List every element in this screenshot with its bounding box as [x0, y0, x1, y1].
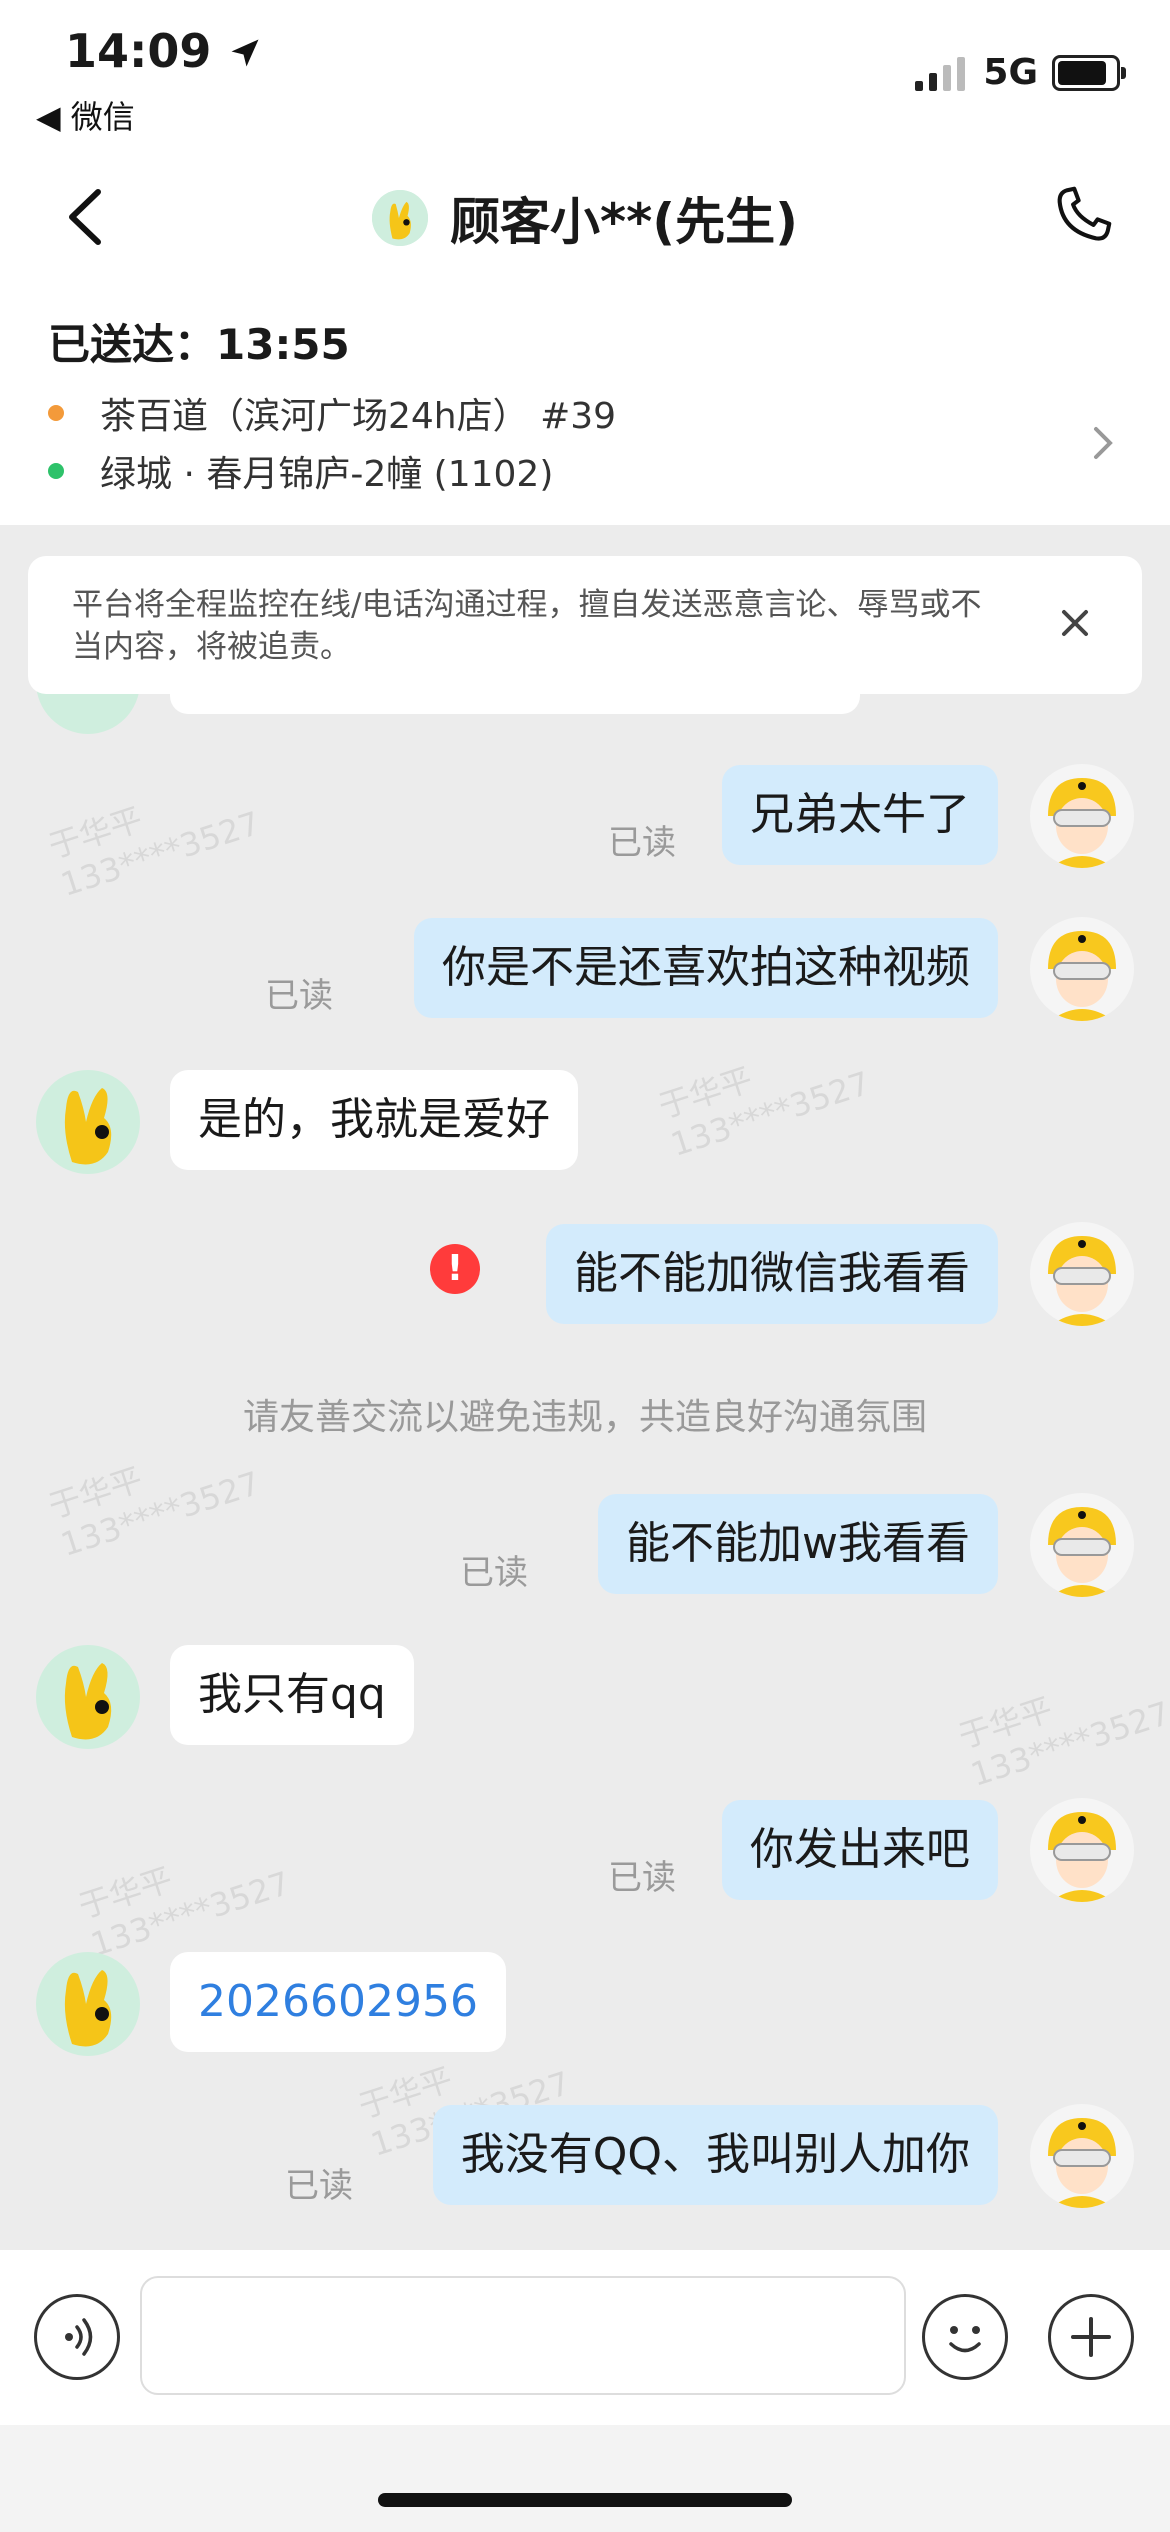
my-avatar — [1030, 764, 1134, 868]
signal-icon — [915, 56, 966, 91]
read-status: 已读 — [285, 2166, 353, 2206]
home-area — [0, 2425, 1170, 2532]
delivered-time: 已送达：13:55 — [48, 320, 350, 369]
my-avatar — [1030, 1222, 1134, 1326]
status-time: 14:09 — [65, 24, 263, 78]
phone-icon[interactable] — [1048, 180, 1118, 250]
address-row: 绿城 · 春月锦庐-2幢 (1102) — [48, 445, 553, 497]
system-message: 请友善交流以避免违规，共造良好沟通氛围 — [242, 1397, 927, 1438]
message-bubble-mine[interactable]: 能不能加w我看看 — [598, 1494, 998, 1594]
order-info[interactable]: 已送达：13:55 茶百道（滨河广场24h店） #39 绿城 · 春月锦庐-2幢… — [0, 275, 1170, 525]
store-dot — [48, 405, 64, 421]
contact-avatar — [372, 190, 428, 246]
message-bubble-theirs[interactable]: 我只有qq — [170, 1645, 414, 1745]
status-bar: 14:09 ◀ 微信 5G — [0, 0, 1170, 160]
emoji-icon[interactable] — [922, 2294, 1008, 2380]
read-status: 已读 — [608, 1858, 676, 1898]
store-name: 茶百道（滨河广场24h店） #39 — [100, 396, 617, 437]
address-dot — [48, 463, 64, 479]
read-status: 已读 — [608, 823, 676, 863]
network-label: 5G — [983, 52, 1038, 93]
my-avatar — [1030, 1798, 1134, 1902]
location-arrow-icon — [231, 39, 259, 67]
status-right: 5G — [913, 52, 1126, 93]
contact-name: 顾客小**(先生) — [450, 193, 798, 251]
voice-icon[interactable] — [34, 2294, 120, 2380]
contact-avatar — [36, 1645, 140, 1749]
plus-icon[interactable] — [1048, 2294, 1134, 2380]
watermark: 于华平133****3527 — [43, 799, 265, 904]
close-icon[interactable] — [1052, 600, 1098, 646]
contact-avatar — [36, 1070, 140, 1174]
input-bar — [0, 2250, 1170, 2425]
alert-icon[interactable]: ! — [430, 1244, 480, 1294]
home-indicator[interactable] — [378, 2493, 792, 2507]
message-bubble-mine[interactable]: 我没有QQ、我叫别人加你 — [432, 2105, 998, 2205]
my-avatar — [1030, 2104, 1134, 2208]
message-bubble-theirs[interactable]: 是的，我就是爱好 — [170, 1070, 578, 1170]
my-avatar — [1030, 1493, 1134, 1597]
watermark: 于华平133****3527 — [653, 1059, 875, 1164]
message-bubble-mine[interactable]: 你发出来吧 — [722, 1800, 998, 1900]
back-to-wechat[interactable]: ◀ 微信 — [36, 92, 135, 138]
watermark: 于华平133****3527 — [43, 1459, 265, 1564]
battery-icon — [1052, 54, 1126, 91]
my-avatar — [1030, 917, 1134, 1021]
read-status: 已读 — [460, 1553, 528, 1593]
contact-avatar — [36, 1952, 140, 2056]
message-input[interactable] — [140, 2276, 906, 2395]
notice-text: 平台将全程监控在线/电话沟通过程，擅自发送恶意言论、辱骂或不当内容，将被追责。 — [72, 587, 982, 665]
read-status: 已读 — [265, 976, 333, 1016]
chevron-right-icon[interactable] — [1088, 423, 1118, 463]
chat-title: 顾客小**(先生) — [0, 182, 1170, 254]
platform-notice: 平台将全程监控在线/电话沟通过程，擅自发送恶意言论、辱骂或不当内容，将被追责。 — [28, 556, 1142, 694]
delivery-address: 绿城 · 春月锦庐-2幢 (1102) — [100, 454, 554, 495]
message-bubble-mine[interactable]: 能不能加微信我看看 — [546, 1224, 998, 1324]
qq-number-link[interactable]: 2026602956 — [170, 1952, 506, 2052]
message-bubble-mine[interactable]: 兄弟太牛了 — [722, 765, 998, 865]
watermark: 于华平133****3527 — [73, 1859, 295, 1964]
store-row: 茶百道（滨河广场24h店） #39 — [48, 387, 616, 439]
chat-header: 顾客小**(先生) — [0, 160, 1170, 275]
message-bubble-mine[interactable]: 你是不是还喜欢拍这种视频 — [414, 918, 998, 1018]
watermark: 于华平133****3527 — [953, 1689, 1170, 1794]
